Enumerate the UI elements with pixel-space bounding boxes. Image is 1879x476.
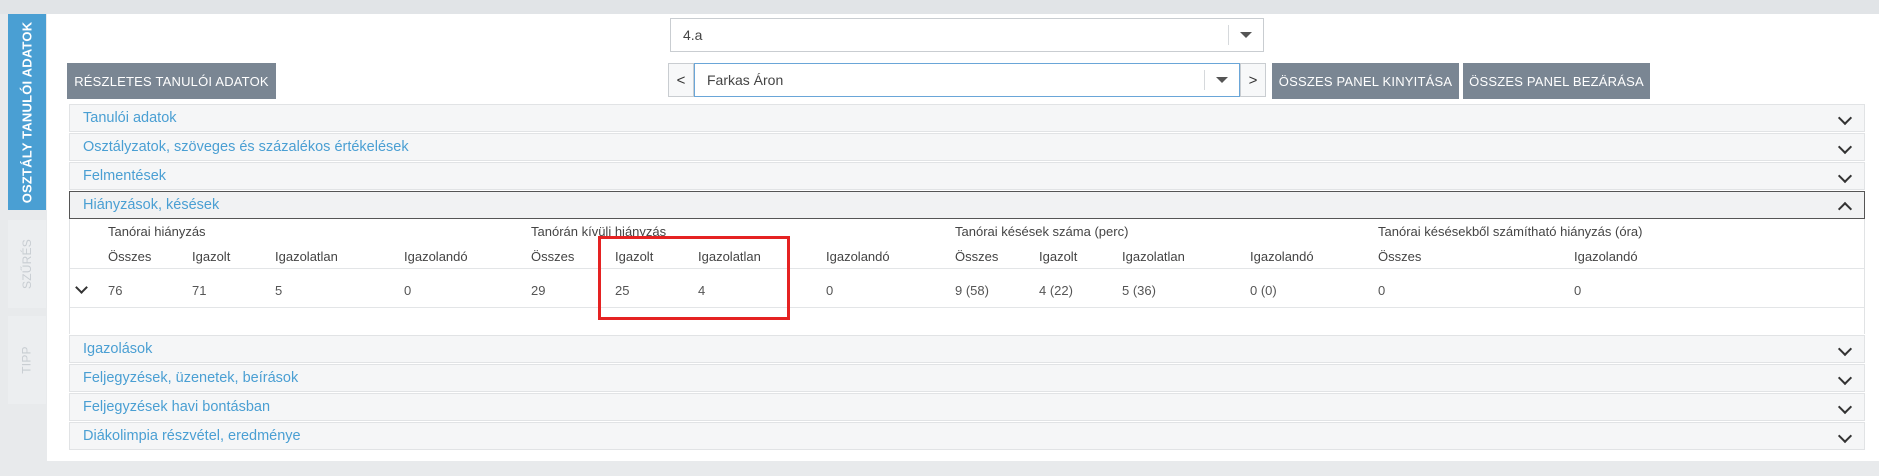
- side-tab-label: SZŰRÉS: [20, 239, 34, 289]
- chevron-down-icon: [1837, 341, 1853, 357]
- collapse-all-label: ÖSSZES PANEL BEZÁRÁSA: [1469, 73, 1644, 89]
- column-header: Igazolandó: [1574, 249, 1638, 264]
- table-cell: 0: [1378, 283, 1386, 298]
- side-tabs: OSZTÁLY TANULÓI ADATOK SZŰRÉS TIPP: [8, 14, 46, 471]
- chevron-down-icon: [1837, 139, 1853, 155]
- table-cell: 0: [826, 283, 834, 298]
- expand-all-button[interactable]: ÖSSZES PANEL KINYITÁSA: [1272, 63, 1459, 99]
- chevron-down-icon: [1837, 168, 1853, 184]
- group-header: Tanórai hiányzás: [108, 224, 206, 239]
- class-select-value: 4.a: [683, 27, 703, 43]
- panel-excuses[interactable]: Igazolások: [69, 335, 1865, 363]
- chevron-up-icon: [1837, 201, 1853, 217]
- table-cell: 4 (22): [1039, 283, 1073, 298]
- chevron-right-icon: >: [1248, 71, 1258, 89]
- column-header: Összes: [108, 249, 152, 264]
- details-button-label: RÉSZLETES TANULÓI ADATOK: [74, 73, 269, 89]
- table-cell: 5: [275, 283, 283, 298]
- table-cell: 0: [404, 283, 412, 298]
- student-select-value: Farkas Áron: [707, 72, 784, 88]
- column-header: Összes: [1378, 249, 1422, 264]
- expand-all-label: ÖSSZES PANEL KINYITÁSA: [1278, 73, 1453, 89]
- table-cell: 29: [531, 283, 546, 298]
- chevron-down-icon: [1837, 110, 1853, 126]
- panel-student-data[interactable]: Tanulói adatok: [69, 104, 1865, 132]
- side-tab-class-students[interactable]: OSZTÁLY TANULÓI ADATOK: [8, 14, 46, 210]
- chevron-down-icon: [1837, 370, 1853, 386]
- details-button[interactable]: RÉSZLETES TANULÓI ADATOK: [67, 63, 276, 99]
- panel-title: Hiányzások, késések: [83, 197, 220, 213]
- column-header: Igazolatlan: [275, 249, 338, 264]
- panel-title: Felmentések: [83, 168, 167, 184]
- highlight-box: [598, 236, 790, 320]
- chevron-down-icon: [1837, 428, 1853, 444]
- divider: [70, 268, 1864, 269]
- panel-notes-monthly[interactable]: Feljegyzések havi bontásban: [69, 393, 1865, 421]
- prev-student-button[interactable]: <: [668, 63, 694, 97]
- table-cell: 0 (0): [1250, 283, 1277, 298]
- group-header: Tanórai késések száma (perc): [955, 224, 1129, 239]
- next-student-button[interactable]: >: [1240, 63, 1266, 97]
- panel-absences[interactable]: Hiányzások, késések: [69, 191, 1865, 219]
- table-cell: 9 (58): [955, 283, 989, 298]
- column-header: Összes: [955, 249, 999, 264]
- panel-title: Feljegyzések havi bontásban: [83, 399, 271, 415]
- table-cell: 76: [108, 283, 123, 298]
- column-header: Igazolt: [1039, 249, 1078, 264]
- divider: [70, 307, 1864, 308]
- table-cell: 71: [192, 283, 207, 298]
- column-header: Igazolandó: [1250, 249, 1314, 264]
- side-tab-label: OSZTÁLY TANULÓI ADATOK: [19, 21, 35, 203]
- column-header: Igazolandó: [826, 249, 890, 264]
- column-header: Igazolatlan: [1122, 249, 1185, 264]
- student-select[interactable]: Farkas Áron: [694, 63, 1240, 97]
- chevron-down-icon[interactable]: [1205, 64, 1239, 96]
- group-header: Tanórai késésekből számítható hiányzás (…: [1378, 224, 1643, 239]
- top-bar: [0, 0, 1879, 14]
- table-cell: 5 (36): [1122, 283, 1156, 298]
- panel-notes[interactable]: Feljegyzések, üzenetek, beírások: [69, 364, 1865, 392]
- side-tab-filter[interactable]: SZŰRÉS: [8, 220, 46, 308]
- column-header: Igazolandó: [404, 249, 468, 264]
- panel-title: Diákolimpia részvétel, eredménye: [83, 428, 301, 444]
- chevron-down-icon: [1837, 399, 1853, 415]
- class-select[interactable]: 4.a: [670, 18, 1264, 52]
- collapse-all-button[interactable]: ÖSSZES PANEL BEZÁRÁSA: [1463, 63, 1650, 99]
- column-header: Igazolt: [192, 249, 231, 264]
- panel-title: Feljegyzések, üzenetek, beírások: [83, 370, 299, 386]
- chevron-down-icon[interactable]: [1229, 19, 1263, 51]
- side-tab-tip[interactable]: TIPP: [8, 316, 46, 404]
- chevron-left-icon: <: [676, 71, 686, 89]
- table-cell: 0: [1574, 283, 1582, 298]
- panel-title: Tanulói adatok: [83, 110, 177, 126]
- side-tab-label: TIPP: [19, 346, 34, 374]
- panel-title: Igazolások: [83, 341, 153, 357]
- column-header: Összes: [531, 249, 575, 264]
- panel-grades[interactable]: Osztályzatok, szöveges és százalékos ért…: [69, 133, 1865, 161]
- panel-title: Osztályzatok, szöveges és százalékos ért…: [83, 139, 409, 155]
- panel-olympics[interactable]: Diákolimpia részvétel, eredménye: [69, 422, 1865, 450]
- panel-exemptions[interactable]: Felmentések: [69, 162, 1865, 190]
